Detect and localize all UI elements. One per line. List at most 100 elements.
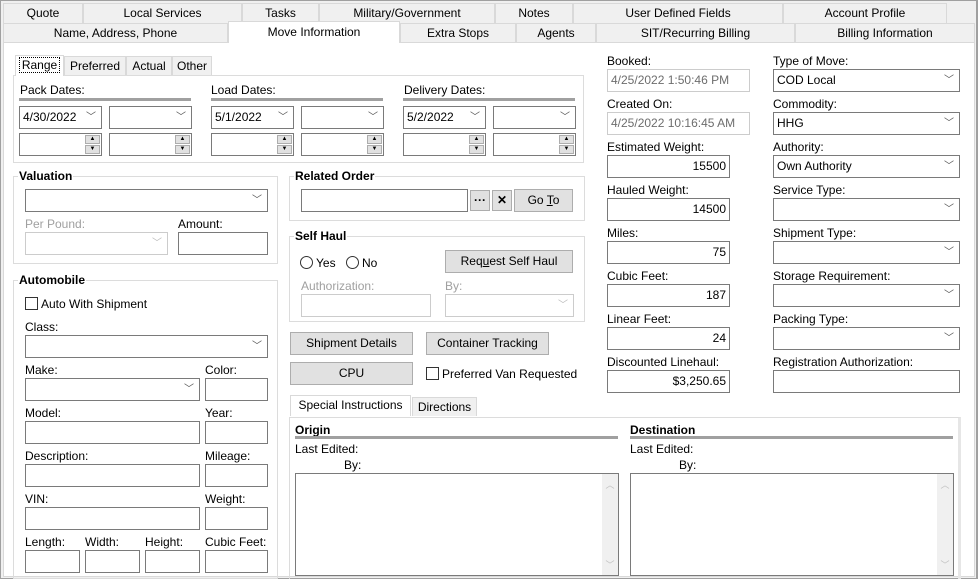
date-tab-other[interactable]: Other [172, 56, 212, 75]
pack-end-time-spinner[interactable]: ▲ ▼ [109, 133, 192, 156]
registration-authorization-input[interactable] [773, 370, 960, 393]
description-input[interactable] [25, 464, 200, 487]
preferred-van-checkbox[interactable] [426, 367, 439, 380]
height-input[interactable] [145, 550, 200, 573]
container-tracking-button[interactable]: Container Tracking [426, 332, 549, 355]
weight-input[interactable] [205, 507, 268, 530]
related-order-browse-button[interactable]: ··· [470, 190, 490, 211]
pack-start-time-spinner[interactable]: ▲ ▼ [19, 133, 102, 156]
related-order-clear-button[interactable]: ✕ [492, 190, 512, 211]
delivery-end-time-spinner[interactable]: ▲ ▼ [493, 133, 576, 156]
spin-up-icon[interactable]: ▲ [175, 135, 190, 144]
tab-quote[interactable]: Quote [3, 3, 83, 23]
tab-user-defined-fields[interactable]: User Defined Fields [573, 3, 783, 23]
packing-type-label: Packing Type: [773, 312, 849, 326]
scroll-down-icon[interactable]: ﹀ [937, 558, 953, 571]
amount-input[interactable] [178, 232, 268, 255]
type-of-move-select[interactable]: COD Local ﹀ [773, 69, 960, 92]
origin-instructions-textarea[interactable]: ︿ ﹀ [295, 473, 619, 576]
color-input[interactable] [205, 378, 268, 401]
date-tab-actual[interactable]: Actual [126, 56, 172, 75]
request-self-haul-button[interactable]: Request Self Haul [445, 250, 573, 273]
pack-start-date-picker[interactable]: 4/30/2022 ﹀ [19, 106, 102, 129]
related-order-input[interactable] [301, 189, 468, 212]
shipment-type-select[interactable]: ﹀ [773, 241, 960, 264]
commodity-select[interactable]: HHG ﹀ [773, 112, 960, 135]
auto-cubic-feet-label: Cubic Feet: [205, 535, 267, 549]
delivery-start-time-spinner[interactable]: ▲ ▼ [403, 133, 486, 156]
spin-down-icon[interactable]: ▼ [85, 145, 100, 154]
tab-local-services[interactable]: Local Services [83, 3, 242, 23]
class-select[interactable]: ﹀ [25, 335, 268, 358]
tab-sit-recurring-billing[interactable]: SIT/Recurring Billing [596, 23, 795, 43]
discounted-linehaul-input[interactable]: $3,250.65 [607, 370, 730, 393]
auto-with-shipment-checkbox[interactable] [25, 297, 38, 310]
load-start-time-spinner[interactable]: ▲ ▼ [211, 133, 294, 156]
cubic-feet-input[interactable]: 187 [607, 284, 730, 307]
load-start-date-picker[interactable]: 5/1/2022 ﹀ [211, 106, 294, 129]
destination-scrollbar[interactable]: ︿ ﹀ [937, 474, 953, 575]
spin-up-icon[interactable]: ▲ [85, 135, 100, 144]
commodity-label: Commodity: [773, 97, 838, 111]
tab-directions[interactable]: Directions [412, 397, 477, 416]
cpu-button[interactable]: CPU [290, 362, 413, 385]
tab-military-government[interactable]: Military/Government [319, 3, 495, 23]
linear-feet-input[interactable]: 24 [607, 327, 730, 350]
self-haul-no-radio[interactable] [346, 256, 359, 269]
spin-down-icon[interactable]: ▼ [367, 145, 382, 154]
tab-special-instructions[interactable]: Special Instructions [290, 395, 411, 416]
scroll-up-icon[interactable]: ︿ [937, 478, 953, 491]
date-tab-preferred[interactable]: Preferred [64, 56, 126, 75]
auto-cubic-feet-input[interactable] [205, 550, 268, 573]
tab-move-information[interactable]: Move Information [228, 21, 400, 43]
spin-down-icon[interactable]: ▼ [277, 145, 292, 154]
delivery-start-date-picker[interactable]: 5/2/2022 ﹀ [403, 106, 486, 129]
request-label-pre: Req [460, 254, 483, 268]
storage-requirement-select[interactable]: ﹀ [773, 284, 960, 307]
tab-name-address-phone[interactable]: Name, Address, Phone [3, 23, 228, 43]
scroll-down-icon[interactable]: ﹀ [602, 558, 618, 571]
spin-up-icon[interactable]: ▲ [277, 135, 292, 144]
load-end-date-picker[interactable]: ﹀ [301, 106, 384, 129]
tab-extra-stops[interactable]: Extra Stops [400, 23, 516, 43]
valuation-type-select[interactable]: ﹀ [25, 189, 268, 212]
spin-down-icon[interactable]: ▼ [559, 145, 574, 154]
self-haul-yes-radio[interactable] [300, 256, 313, 269]
dropdown-arrow-icon: ﹀ [558, 300, 568, 311]
tab-billing-information[interactable]: Billing Information [795, 23, 975, 43]
hauled-weight-input[interactable]: 14500 [607, 198, 730, 221]
booked-field: 4/25/2022 1:50:46 PM [607, 69, 750, 92]
tab-notes[interactable]: Notes [495, 3, 573, 23]
shipment-details-button[interactable]: Shipment Details [290, 332, 413, 355]
tab-tasks[interactable]: Tasks [242, 3, 319, 23]
miles-input[interactable]: 75 [607, 241, 730, 264]
spin-up-icon[interactable]: ▲ [367, 135, 382, 144]
goto-button[interactable]: Go To [514, 189, 573, 212]
tab-account-profile[interactable]: Account Profile [783, 3, 947, 23]
date-tab-range[interactable]: Range [15, 55, 64, 76]
delivery-end-date-picker[interactable]: ﹀ [493, 106, 576, 129]
spin-up-icon[interactable]: ▲ [559, 135, 574, 144]
spin-down-icon[interactable]: ▼ [175, 145, 190, 154]
width-input[interactable] [85, 550, 140, 573]
service-type-select[interactable]: ﹀ [773, 198, 960, 221]
estimated-weight-input[interactable]: 15500 [607, 155, 730, 178]
pack-dates-label: Pack Dates: [20, 83, 85, 97]
vin-input[interactable] [25, 507, 200, 530]
origin-scrollbar[interactable]: ︿ ﹀ [602, 474, 618, 575]
authority-select[interactable]: Own Authority ﹀ [773, 155, 960, 178]
spin-down-icon[interactable]: ▼ [469, 145, 484, 154]
load-end-time-spinner[interactable]: ▲ ▼ [301, 133, 384, 156]
destination-instructions-textarea[interactable]: ︿ ﹀ [630, 473, 954, 576]
spin-up-icon[interactable]: ▲ [469, 135, 484, 144]
make-select[interactable]: ﹀ [25, 378, 200, 401]
length-input[interactable] [25, 550, 80, 573]
dropdown-arrow-icon: ﹀ [252, 341, 262, 352]
year-input[interactable] [205, 421, 268, 444]
mileage-input[interactable] [205, 464, 268, 487]
tab-agents[interactable]: Agents [516, 23, 596, 43]
model-input[interactable] [25, 421, 200, 444]
scroll-up-icon[interactable]: ︿ [602, 478, 618, 491]
pack-end-date-picker[interactable]: ﹀ [109, 106, 192, 129]
packing-type-select[interactable]: ﹀ [773, 327, 960, 350]
